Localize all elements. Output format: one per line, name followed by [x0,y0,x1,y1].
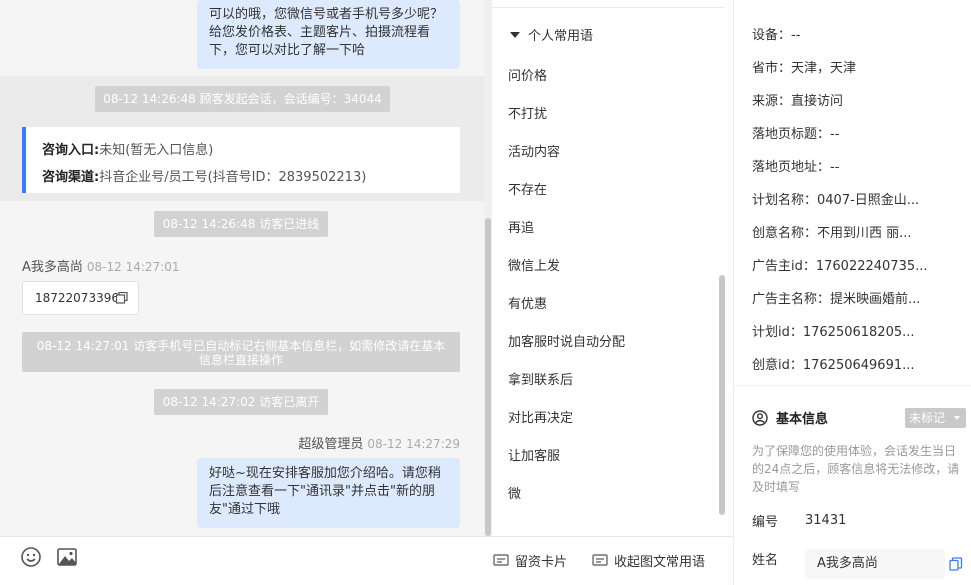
phrases-panel: 个人常用语 问价格 不打扰 活动内容 不存在 再追 微信上发 有优惠 加客服时说… [492,0,733,536]
source-info-list: 设备：-- 省市：天津，天津 来源：直接访问 落地页标题：-- 落地页地址：--… [752,19,928,382]
phrases-group-toggle[interactable]: 个人常用语 [510,25,593,44]
consult-info-card: 咨询入口:未知(暂无入口信息) 咨询渠道:抖音企业号/员工号(抖音号ID：283… [22,127,460,193]
phrase-item[interactable]: 不存在 [508,172,625,210]
source-info-row: 来源：直接访问 [752,94,844,109]
agent-message-bubble: 好哒~现在安排客服加您介绍哈。请您稍后注意查看一下"通讯录"并点击"新的朋友"通… [197,458,460,528]
user-icon [752,409,768,426]
chat-panel: 可以的哦，您微信号或者手机号多少呢？给您发价格表、主题客片、拍摄流程看下，您可以… [0,0,492,536]
system-notice-session-start: 08-12 14:26:48 顾客发起会话，会话编号：34044 [95,86,390,112]
customer-number-row: 编号 31431 [752,511,846,530]
source-info-row: 广告主id：176022240735... [752,259,928,274]
customer-name-label: 姓名 [752,553,779,568]
phrases-list: 问价格 不打扰 活动内容 不存在 再追 微信上发 有优惠 加客服时说自动分配 拿… [508,58,625,514]
input-toolbar: 留资卡片 收起图文常用语 [0,536,733,585]
agent-sender: 超级管理员 08-12 14:27:29 [298,433,460,452]
source-info-row: 省市：天津，天津 [752,61,857,76]
phrase-item[interactable]: 让加客服 [508,438,625,476]
phrases-scrollbar-thumb[interactable] [719,275,725,515]
consult-entry-label: 咨询入口: [42,143,100,158]
phrase-item[interactable]: 拿到联系后 [508,362,625,400]
consult-entry-value: 未知(暂无入口信息) [99,143,214,158]
visitor-phone: 18722073396 [35,291,119,305]
source-info-row: 计划id：176250618205... [752,325,915,340]
source-info-row: 设备：-- [752,28,801,43]
tag-dropdown[interactable]: 未标记 [905,408,966,428]
source-info-row: 落地页地址：-- [752,160,840,175]
message-icon [592,553,608,566]
phrase-item[interactable]: 微信上发 [508,248,625,286]
app-root: 可以的哦，您微信号或者手机号多少呢？给您发价格表、主题客片、拍摄流程看下，您可以… [0,0,971,585]
lead-card-label: 留资卡片 [515,555,568,570]
phrase-item[interactable]: 对比再决定 [508,400,625,438]
visitor-phone-message: 18722073396 [22,281,139,315]
caret-down-icon [954,416,960,420]
emoji-icon[interactable] [20,546,42,568]
agent-name: 超级管理员 [298,437,364,452]
phrase-item[interactable]: 问价格 [508,58,625,96]
copy-icon[interactable] [116,292,128,304]
chat-scrollbar-thumb[interactable] [485,218,491,536]
collapse-phrases-button[interactable]: 收起图文常用语 [592,551,705,570]
customer-info-panel: 设备：-- 省市：天津，天津 来源：直接访问 落地页标题：-- 落地页地址：--… [734,0,971,585]
system-notice-phone-marked: 08-12 14:27:01 访客手机号已自动标记右侧基本信息栏，如需修改请在基… [22,332,460,372]
divider [492,7,725,8]
phrase-item[interactable]: 活动内容 [508,134,625,172]
consult-channel-value: 抖音企业号/员工号(抖音号ID：2839502213) [99,170,367,185]
phrase-item[interactable]: 有优惠 [508,286,625,324]
source-info-row: 创意id：176250649691... [752,358,915,373]
caret-down-icon [510,31,520,38]
phrase-item[interactable]: 加客服时说自动分配 [508,324,625,362]
card-icon [493,553,509,566]
visitor-name: A我多高尚 [22,260,83,275]
tag-value: 未标记 [909,411,946,425]
system-notice-visitor-enter: 08-12 14:26:48 访客已进线 [154,211,328,237]
customer-number-label: 编号 [752,515,779,530]
phrase-item[interactable]: 不打扰 [508,96,625,134]
agent-time: 08-12 14:27:29 [367,437,460,451]
agent-message-bubble: 可以的哦，您微信号或者手机号多少呢？给您发价格表、主题客片、拍摄流程看下，您可以… [197,0,460,69]
basic-info-header: 基本信息 [752,408,828,427]
phrase-item[interactable]: 微 [508,476,625,514]
edit-deadline-notice: 为了保障您的使用体验，会话发生当日的24点之后，顾客信息将无法修改，请及时填写 [752,444,960,494]
copy-icon[interactable] [949,557,963,571]
customer-number-value: 31431 [805,513,847,528]
visitor-time: 08-12 14:27:01 [86,260,180,274]
phrases-group-title: 个人常用语 [528,29,594,44]
basic-info-title: 基本信息 [776,412,829,427]
lead-card-button[interactable]: 留资卡片 [493,551,567,570]
customer-name-row: 姓名 [752,549,805,568]
source-info-row: 广告主名称：提米映画婚前... [752,292,921,307]
system-notice-visitor-leave: 08-12 14:27:02 访客已离开 [154,389,328,415]
divider [734,385,971,386]
collapse-phrases-label: 收起图文常用语 [614,555,706,570]
source-info-row: 计划名称：0407-日照金山... [752,193,920,208]
consult-channel-label: 咨询渠道: [42,170,100,185]
source-info-row: 创意名称：不用到川西 丽... [752,226,912,241]
source-info-row: 落地页标题：-- [752,127,840,142]
image-icon[interactable] [56,546,78,568]
phrase-item[interactable]: 再追 [508,210,625,248]
customer-name-field[interactable]: A我多高尚 [805,549,945,579]
visitor-sender: A我多高尚 08-12 14:27:01 [22,256,179,275]
